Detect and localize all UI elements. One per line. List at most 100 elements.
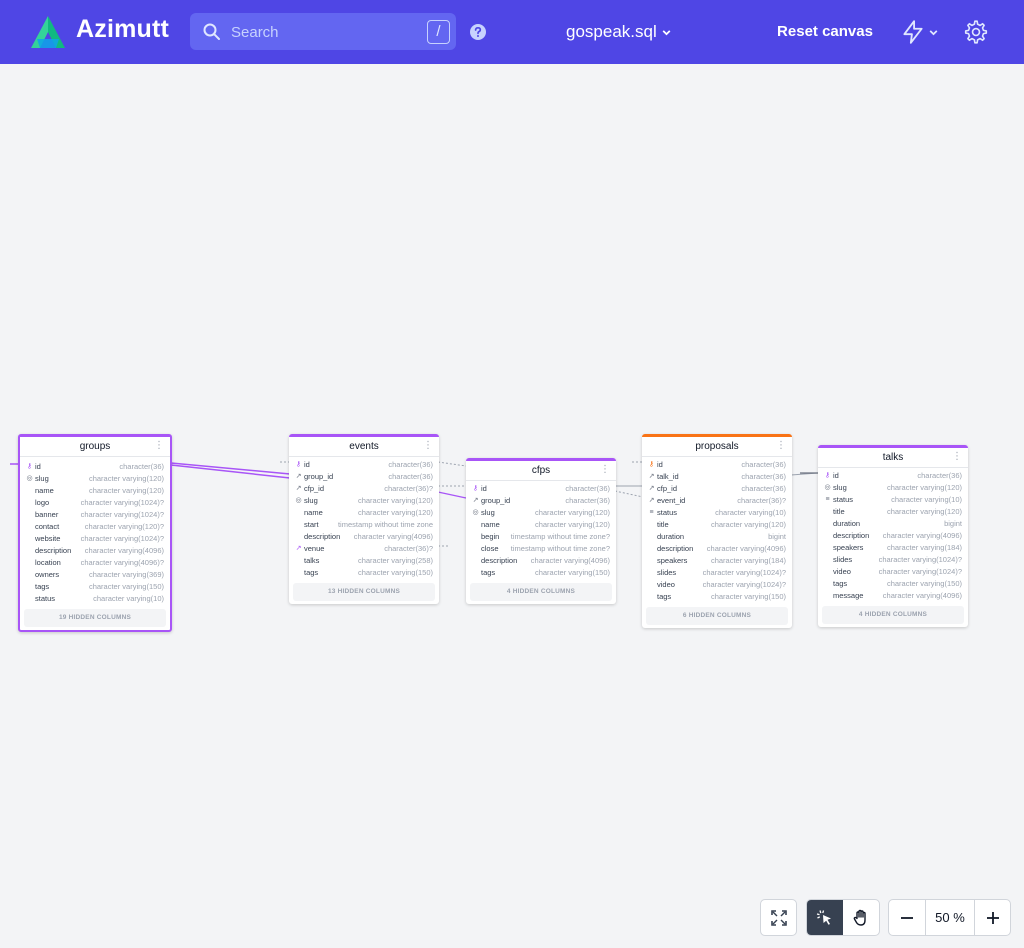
column-row[interactable]: duration bigint [818,518,968,530]
cursor-mode-control [806,899,880,936]
column-row[interactable]: ↗ group_id character(36) [466,495,616,507]
column-row[interactable]: start timestamp without time zone [289,519,439,531]
column-row[interactable]: ≡ status character varying(10) [818,494,968,506]
select-mode-button[interactable] [807,900,843,935]
key-icon: ⚷ [648,461,655,468]
column-row[interactable]: contact character varying(120)? [20,521,170,533]
chevron-down-icon [929,30,938,36]
link-icon: ↗ [295,473,302,480]
table-events[interactable]: events ⋮ ⚷ id character(36) ↗ group_id chara… [289,434,439,604]
column-row[interactable]: website character varying(1024)? [20,533,170,545]
table-menu-icon[interactable]: ⋮ [952,451,962,463]
column-row[interactable]: tags character varying(150) [289,567,439,579]
column-row[interactable]: ↗ venue character(36)? [289,543,439,555]
table-menu-icon[interactable]: ⋮ [600,464,610,476]
help-icon[interactable] [469,23,487,41]
column-row[interactable]: ◎ slug character varying(120) [20,473,170,485]
table-menu-icon[interactable]: ⋮ [776,440,786,452]
reset-canvas-button[interactable]: Reset canvas [769,13,881,51]
column-row[interactable]: video character varying(1024)? [642,579,792,591]
zoom-out-button[interactable] [889,900,925,935]
key-icon: ⚷ [472,485,479,492]
project-selector[interactable]: gospeak.sql [566,22,672,42]
column-row[interactable]: talks character varying(258) [289,555,439,567]
column-row[interactable]: description character varying(4096) [20,545,170,557]
column-row[interactable]: ◎ slug character varying(120) [466,507,616,519]
column-row[interactable]: slides character varying(1024)? [642,567,792,579]
hidden-columns-button[interactable]: 4 HIDDEN COLUMNS [822,606,964,624]
column-row[interactable]: ↗ talk_id character(36) [642,471,792,483]
column-row[interactable]: ⚷ id character(36) [466,483,616,495]
column-row[interactable]: speakers character varying(184) [818,542,968,554]
column-row[interactable]: message character varying(4096) [818,590,968,602]
search-box[interactable]: Search / [190,13,456,50]
column-row[interactable]: name character varying(120) [466,519,616,531]
column-row[interactable]: owners character varying(369) [20,569,170,581]
hidden-columns-button[interactable]: 13 HIDDEN COLUMNS [293,583,435,601]
table-header[interactable]: events ⋮ [289,437,439,457]
features-menu[interactable] [900,19,942,45]
column-row[interactable]: ↗ event_id character(36)? [642,495,792,507]
column-row[interactable]: speakers character varying(184) [642,555,792,567]
table-cfps[interactable]: cfps ⋮ ⚷ id character(36) ↗ group_id charact… [466,458,616,604]
table-header[interactable]: proposals ⋮ [642,437,792,457]
column-row[interactable]: name character varying(120) [289,507,439,519]
column-row[interactable]: ⚷ id character(36) [642,459,792,471]
column-row[interactable]: ≡ status character varying(10) [642,507,792,519]
column-row[interactable]: description character varying(4096) [642,543,792,555]
column-row[interactable]: ↗ cfp_id character(36) [642,483,792,495]
hidden-columns-button[interactable]: 19 HIDDEN COLUMNS [24,609,166,627]
table-header[interactable]: talks ⋮ [818,448,968,468]
zoom-in-button[interactable] [975,900,1011,935]
table-proposals[interactable]: proposals ⋮ ⚷ id character(36) ↗ talk_id cha… [642,434,792,628]
column-row[interactable]: tags character varying(150) [642,591,792,603]
azimutt-logo[interactable] [30,15,66,49]
link-icon: ↗ [472,497,479,504]
hidden-columns-button[interactable]: 4 HIDDEN COLUMNS [470,583,612,601]
link-icon: ↗ [295,545,302,552]
column-row[interactable]: ⚷ id character(36) [818,470,968,482]
column-row[interactable]: close timestamp without time zone? [466,543,616,555]
zoom-control: 50 % [888,899,1011,936]
hidden-columns-button[interactable]: 6 HIDDEN COLUMNS [646,607,788,625]
column-row[interactable]: description character varying(4096) [818,530,968,542]
column-row[interactable]: ◎ slug character varying(120) [289,495,439,507]
column-row[interactable]: begin timestamp without time zone? [466,531,616,543]
table-header[interactable]: cfps ⋮ [466,461,616,481]
column-row[interactable]: ↗ group_id character(36) [289,471,439,483]
column-row[interactable]: name character varying(120) [20,485,170,497]
column-row[interactable]: ⚷ id character(36) [289,459,439,471]
zoom-level[interactable]: 50 % [925,900,975,935]
column-row[interactable]: tags character varying(150) [20,581,170,593]
link-icon: ↗ [648,485,655,492]
pan-mode-button[interactable] [843,900,879,935]
column-row[interactable]: location character varying(4096)? [20,557,170,569]
column-row[interactable]: description character varying(4096) [466,555,616,567]
table-name: cfps [531,465,551,476]
table-menu-icon[interactable]: ⋮ [423,440,433,452]
column-row[interactable]: ◎ slug character varying(120) [818,482,968,494]
fingerprint-icon: ◎ [295,497,302,504]
column-row[interactable]: logo character varying(1024)? [20,497,170,509]
search-input[interactable]: Search [231,24,279,41]
app-name[interactable]: Azimutt [76,15,169,44]
column-row[interactable]: description character varying(4096) [289,531,439,543]
column-row[interactable]: banner character varying(1024)? [20,509,170,521]
column-row[interactable]: status character varying(10) [20,593,170,605]
column-row[interactable]: duration bigint [642,531,792,543]
column-row[interactable]: title character varying(120) [818,506,968,518]
column-row[interactable]: title character varying(120) [642,519,792,531]
fit-to-screen-button[interactable] [761,900,796,935]
table-groups[interactable]: groups ⋮ ⚷ id character(36) ◎ slug character… [18,434,172,632]
lightning-icon [903,20,923,44]
column-row[interactable]: ↗ cfp_id character(36)? [289,483,439,495]
table-menu-icon[interactable]: ⋮ [154,440,164,452]
column-row[interactable]: tags character varying(150) [466,567,616,579]
table-header[interactable]: groups ⋮ [20,437,170,457]
gear-icon[interactable] [963,19,989,45]
column-row[interactable]: ⚷ id character(36) [20,461,170,473]
table-talks[interactable]: talks ⋮ ⚷ id character(36) ◎ slug character … [818,445,968,627]
column-row[interactable]: slides character varying(1024)? [818,554,968,566]
column-row[interactable]: video character varying(1024)? [818,566,968,578]
column-row[interactable]: tags character varying(150) [818,578,968,590]
